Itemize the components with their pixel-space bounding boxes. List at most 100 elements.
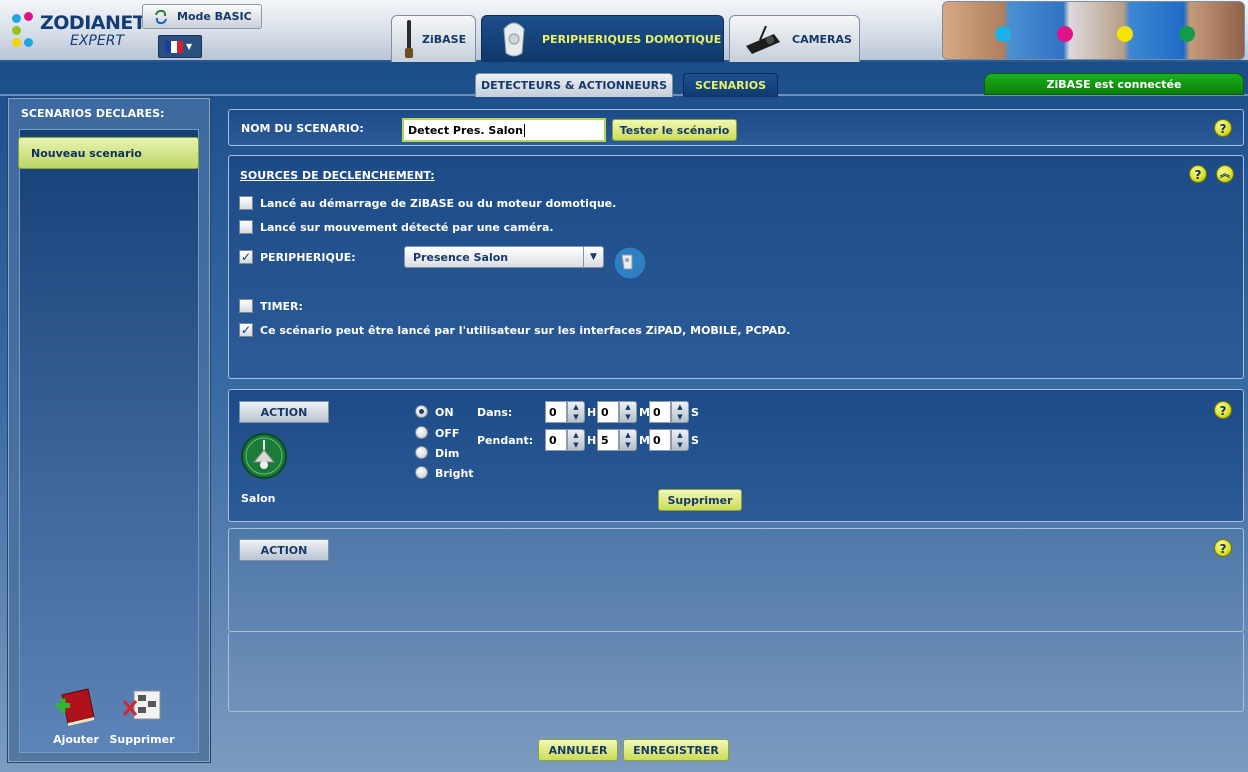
tab-cameras-label: CAMERAS bbox=[792, 32, 852, 46]
test-scenario-button[interactable]: Tester le scénario bbox=[612, 119, 737, 141]
dropdown-arrow-icon: ▼ bbox=[583, 247, 603, 267]
mode-dim-radio[interactable] bbox=[415, 446, 428, 459]
delete-checklist-icon bbox=[120, 687, 164, 727]
scenario-name-panel: NOM DU SCENARIO: Detect Pres. Salon Test… bbox=[228, 109, 1244, 146]
delete-action-button[interactable]: Supprimer bbox=[658, 489, 742, 511]
scenario-name-value: Detect Pres. Salon bbox=[408, 123, 523, 137]
action-device-name: Salon bbox=[241, 492, 276, 505]
cancel-button[interactable]: ANNULER bbox=[538, 739, 618, 761]
antenna-icon bbox=[405, 20, 413, 58]
delete-scenario-button[interactable]: Supprimer bbox=[107, 687, 177, 746]
text-cursor bbox=[523, 123, 525, 137]
dans-seconds-stepper[interactable]: 0 ▲ ▼ bbox=[649, 401, 689, 423]
trigger-startup-checkbox[interactable] bbox=[239, 196, 253, 210]
device-icon bbox=[503, 22, 525, 57]
trigger-device-checkbox[interactable]: ✓ bbox=[239, 250, 253, 264]
tab-scenarios[interactable]: SCENARIOS bbox=[683, 73, 778, 97]
mode-basic-button[interactable]: Mode BASIC bbox=[142, 4, 262, 29]
dans-hours-stepper[interactable]: 0 ▲ ▼ bbox=[545, 401, 585, 423]
seconds-unit: S bbox=[691, 406, 699, 419]
language-select[interactable]: ▼ bbox=[158, 35, 202, 58]
pendant-minutes-stepper[interactable]: 5 ▲ ▼ bbox=[597, 429, 637, 451]
tab-zibase-label: ZiBASE bbox=[422, 32, 467, 46]
presence-sensor-icon bbox=[613, 246, 647, 280]
french-flag-icon bbox=[165, 40, 183, 53]
trigger-user-interfaces-checkbox[interactable]: ✓ bbox=[239, 323, 253, 337]
action-header: ACTION bbox=[239, 539, 329, 561]
pendant-label: Pendant: bbox=[477, 434, 534, 447]
add-scenario-label: Ajouter bbox=[53, 733, 99, 746]
scenario-list bbox=[19, 129, 199, 753]
lamp-device-icon[interactable] bbox=[240, 432, 288, 480]
stepper-arrows-icon[interactable]: ▲ ▼ bbox=[619, 401, 637, 423]
tab-zibase[interactable]: ZiBASE bbox=[391, 15, 476, 62]
logo-title: ZODIANET bbox=[40, 12, 146, 34]
help-icon[interactable]: ? bbox=[1214, 539, 1232, 557]
tab-cameras[interactable]: CAMERAS bbox=[729, 15, 860, 62]
help-icon[interactable]: ? bbox=[1214, 119, 1232, 137]
mode-bright-radio[interactable] bbox=[415, 466, 428, 479]
seconds-unit: S bbox=[691, 434, 699, 447]
app-header: ZODIANET EXPERT Mode BASIC ▼ ZiBASE PERI… bbox=[0, 0, 1248, 62]
sidebar-title: SCENARIOS DECLARES: bbox=[21, 107, 165, 120]
help-icon[interactable]: ? bbox=[1189, 165, 1207, 183]
mode-off-label: OFF bbox=[435, 427, 460, 440]
dans-minutes-stepper[interactable]: 0 ▲ ▼ bbox=[597, 401, 637, 423]
stepper-arrows-icon[interactable]: ▲ ▼ bbox=[567, 429, 585, 451]
help-icon[interactable]: ? bbox=[1214, 401, 1232, 419]
hours-unit: H bbox=[587, 406, 597, 419]
trigger-device-value: Presence Salon bbox=[413, 250, 509, 264]
trigger-camera-checkbox[interactable] bbox=[239, 220, 253, 234]
dans-label: Dans: bbox=[477, 406, 513, 419]
stepper-arrows-icon[interactable]: ▲ ▼ bbox=[671, 401, 689, 423]
camera-icon bbox=[746, 25, 780, 54]
delete-scenario-label: Supprimer bbox=[109, 733, 175, 746]
trigger-device-select[interactable]: Presence Salon ▼ bbox=[404, 246, 604, 268]
language-arrow-icon: ▼ bbox=[186, 42, 193, 51]
add-scenario-button[interactable]: Ajouter bbox=[41, 687, 111, 746]
save-button[interactable]: ENREGISTRER bbox=[623, 739, 729, 761]
dans-minutes-value: 0 bbox=[597, 401, 619, 423]
trigger-user-interfaces-label: Ce scénario peut être lancé par l'utilis… bbox=[260, 324, 791, 337]
tab-detecteurs-actionneurs[interactable]: DETECTEURS & ACTIONNEURS bbox=[475, 73, 673, 97]
trigger-device-label: PERIPHERIQUE: bbox=[260, 251, 356, 264]
collapse-panel-icon[interactable]: ︽ bbox=[1216, 165, 1234, 183]
pendant-seconds-stepper[interactable]: 0 ▲ ▼ bbox=[649, 429, 689, 451]
tab-peripheriques[interactable]: PERIPHERIQUES DOMOTIQUE bbox=[481, 15, 724, 62]
add-book-icon bbox=[54, 687, 98, 727]
scenario-name-label: NOM DU SCENARIO: bbox=[241, 122, 364, 135]
banner-dot bbox=[1179, 26, 1195, 42]
mode-dim-label: Dim bbox=[435, 447, 460, 460]
mode-on-radio[interactable] bbox=[415, 405, 428, 418]
dans-seconds-value: 0 bbox=[649, 401, 671, 423]
banner-dot bbox=[1117, 26, 1133, 42]
action-panel-2: ACTION ? bbox=[228, 528, 1244, 632]
hours-unit: H bbox=[587, 434, 597, 447]
stepper-arrows-icon[interactable]: ▲ ▼ bbox=[567, 401, 585, 423]
sidebar-item-nouveau-scenario[interactable]: Nouveau scenario bbox=[18, 137, 199, 169]
stepper-arrows-icon[interactable]: ▲ ▼ bbox=[619, 429, 637, 451]
connection-status-badge: ZiBASE est connectée bbox=[984, 73, 1244, 95]
banner-dot bbox=[995, 26, 1011, 42]
trigger-timer-label: TIMER: bbox=[260, 300, 303, 313]
pendant-hours-stepper[interactable]: 0 ▲ ▼ bbox=[545, 429, 585, 451]
tab-peripheriques-label: PERIPHERIQUES DOMOTIQUE bbox=[542, 32, 722, 46]
action-panel-empty bbox=[228, 632, 1244, 712]
trigger-startup-label: Lancé au démarrage de ZiBASE ou du moteu… bbox=[260, 197, 617, 210]
triggers-panel: SOURCES DE DECLENCHEMENT: ? ︽ Lancé au d… bbox=[228, 155, 1244, 379]
switch-mode-icon bbox=[155, 9, 167, 24]
action-panel-1: ACTION ? Salon ON OFF Dim Bright Dans: 0… bbox=[228, 389, 1244, 522]
mode-on-label: ON bbox=[435, 406, 454, 419]
scenario-name-input[interactable]: Detect Pres. Salon bbox=[402, 118, 606, 142]
pendant-hours-value: 0 bbox=[545, 429, 567, 451]
zodianet-logo: ZODIANET EXPERT bbox=[10, 8, 146, 52]
pendant-seconds-value: 0 bbox=[649, 429, 671, 451]
stepper-arrows-icon[interactable]: ▲ ▼ bbox=[671, 429, 689, 451]
mode-bright-label: Bright bbox=[435, 467, 474, 480]
scenarios-sidebar: SCENARIOS DECLARES: Nouveau scenario Ajo… bbox=[8, 98, 210, 762]
triggers-title: SOURCES DE DECLENCHEMENT: bbox=[240, 169, 435, 182]
sub-navigation: DETECTEURS & ACTIONNEURS SCENARIOS ZiBAS… bbox=[0, 62, 1248, 98]
logo-subtitle: EXPERT bbox=[70, 33, 125, 49]
trigger-timer-checkbox[interactable] bbox=[239, 299, 253, 313]
mode-off-radio[interactable] bbox=[415, 426, 428, 439]
